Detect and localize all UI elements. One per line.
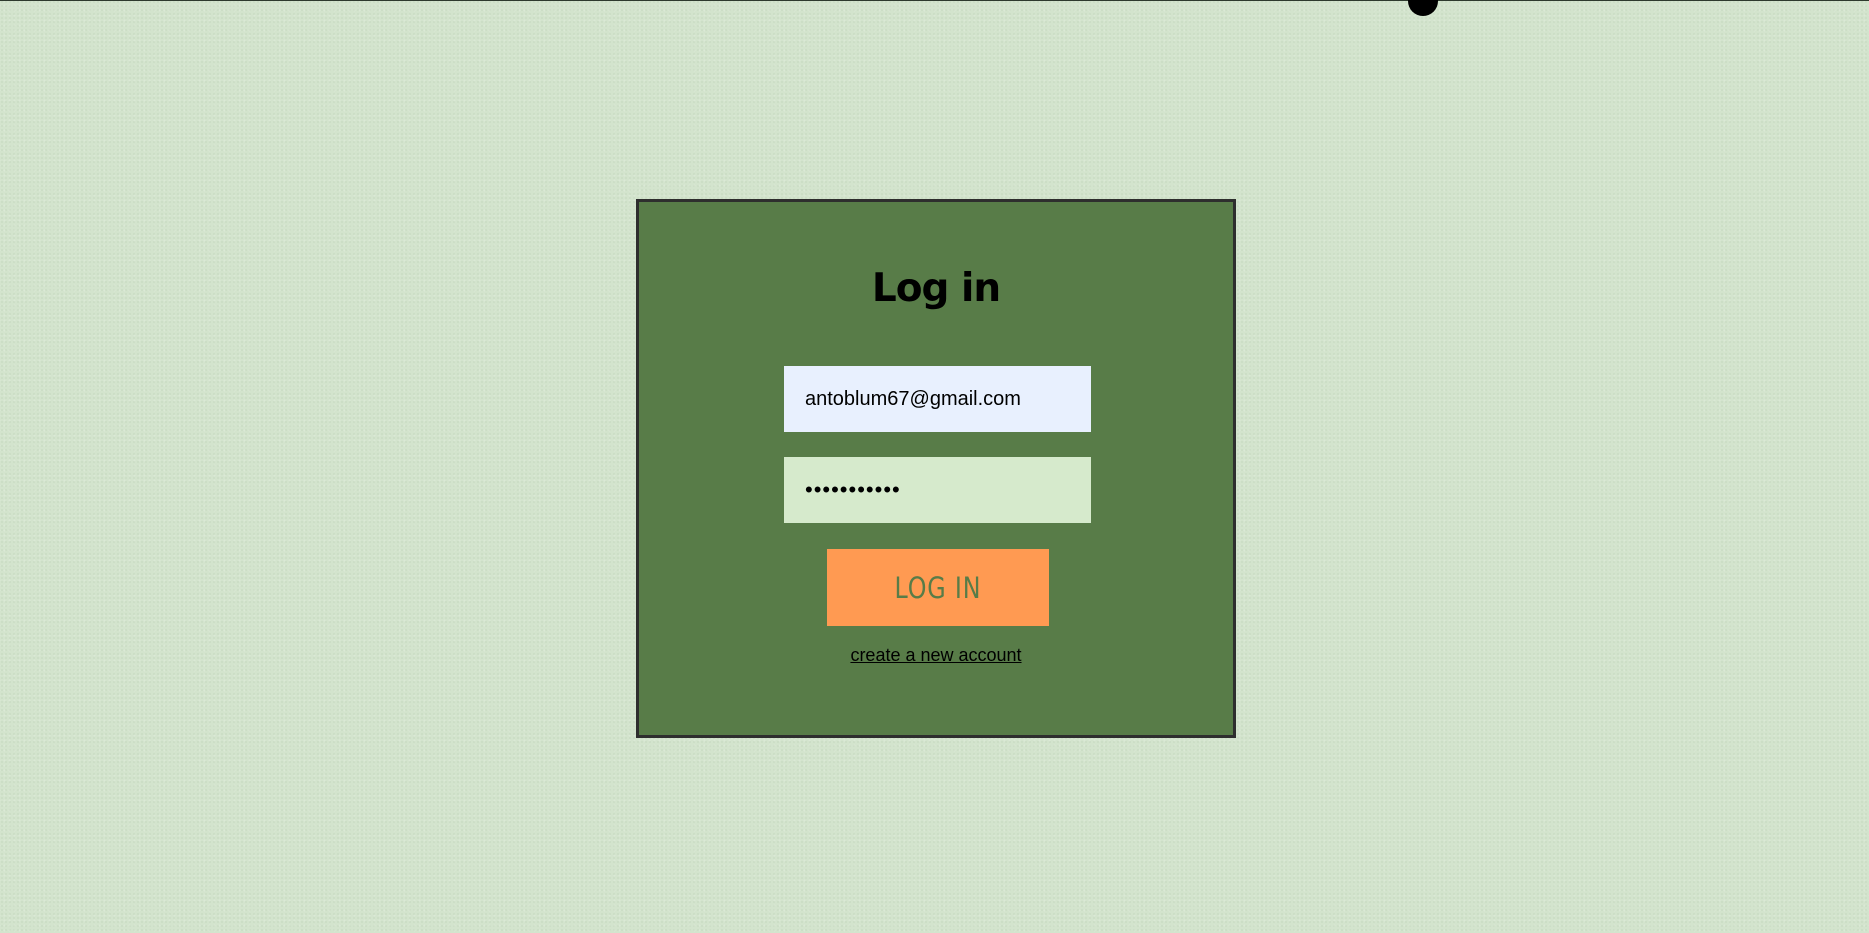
email-field[interactable] xyxy=(784,366,1091,432)
login-card: Log in LOG IN create a new account xyxy=(636,199,1236,738)
page-title: Log in xyxy=(871,266,1001,311)
create-account-link[interactable]: create a new account xyxy=(639,645,1233,666)
top-divider-line xyxy=(0,0,1869,1)
password-field[interactable] xyxy=(784,457,1091,523)
log-in-button-label: LOG IN xyxy=(894,570,982,605)
cursor-dot-icon xyxy=(1408,0,1438,16)
log-in-button[interactable]: LOG IN xyxy=(827,549,1049,626)
